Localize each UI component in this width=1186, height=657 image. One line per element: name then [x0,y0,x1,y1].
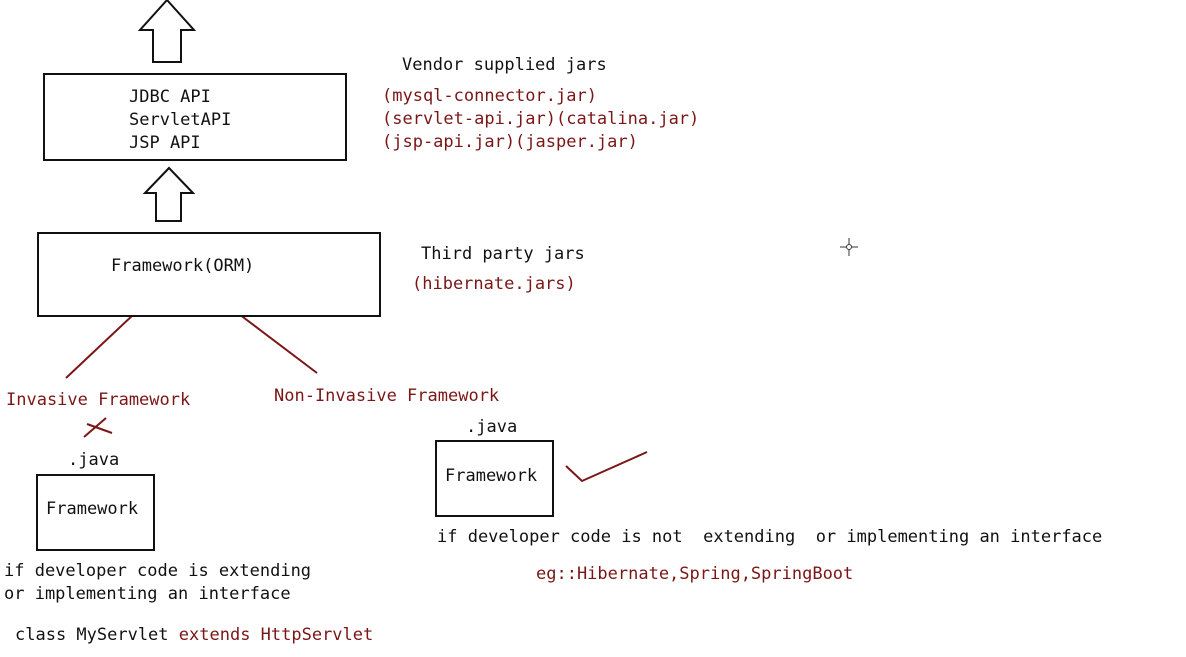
third-party-title: Third party jars [421,244,585,264]
non-invasive-example: eg::Hibernate,Spring,SpringBoot [536,564,854,584]
up-arrow-top [137,0,197,63]
crosshair-cursor-icon [840,238,858,256]
non-invasive-framework-label: Framework [445,466,538,486]
code-extends: extends HttpServlet [178,625,374,645]
code-class-name: class MyServlet [15,625,169,645]
cross-mark-icon [83,417,113,438]
invasive-framework-box: Framework [36,474,155,551]
vendor-jar-mysql: (mysql-connector.jar) [382,86,597,106]
third-party-jar: (hibernate.jars) [412,274,576,294]
up-arrow-middle [142,166,196,222]
framework-orm-box: Framework(ORM) [37,232,381,317]
check-mark-icon [565,451,648,483]
code-snippet: class MyServlet extends HttpServlet [15,624,373,647]
invasive-file-label: .java [68,450,120,470]
invasive-title: Invasive Framework [6,390,191,410]
invasive-desc-line2: or implementing an interface [4,584,291,604]
vendor-jar-servlet: (servlet-api.jar)(catalina.jar) [382,109,700,129]
invasive-desc-line1: if developer code is extending [4,561,312,581]
invasive-framework-label: Framework [46,499,139,519]
framework-orm-label: Framework(ORM) [111,256,255,276]
non-invasive-framework-box: Framework [435,440,554,517]
api-box: JDBC API ServletAPI JSP API [43,73,347,161]
non-invasive-title: Non-Invasive Framework [274,386,500,406]
vendor-title: Vendor supplied jars [402,55,607,75]
api-line-servlet: ServletAPI [129,110,232,130]
non-invasive-file-label: .java [466,417,518,437]
api-line-jdbc: JDBC API [129,87,211,107]
vendor-jar-jsp: (jsp-api.jar)(jasper.jar) [382,132,638,152]
api-line-jsp: JSP API [129,133,201,153]
non-invasive-desc: if developer code is not extending or im… [437,527,1103,547]
